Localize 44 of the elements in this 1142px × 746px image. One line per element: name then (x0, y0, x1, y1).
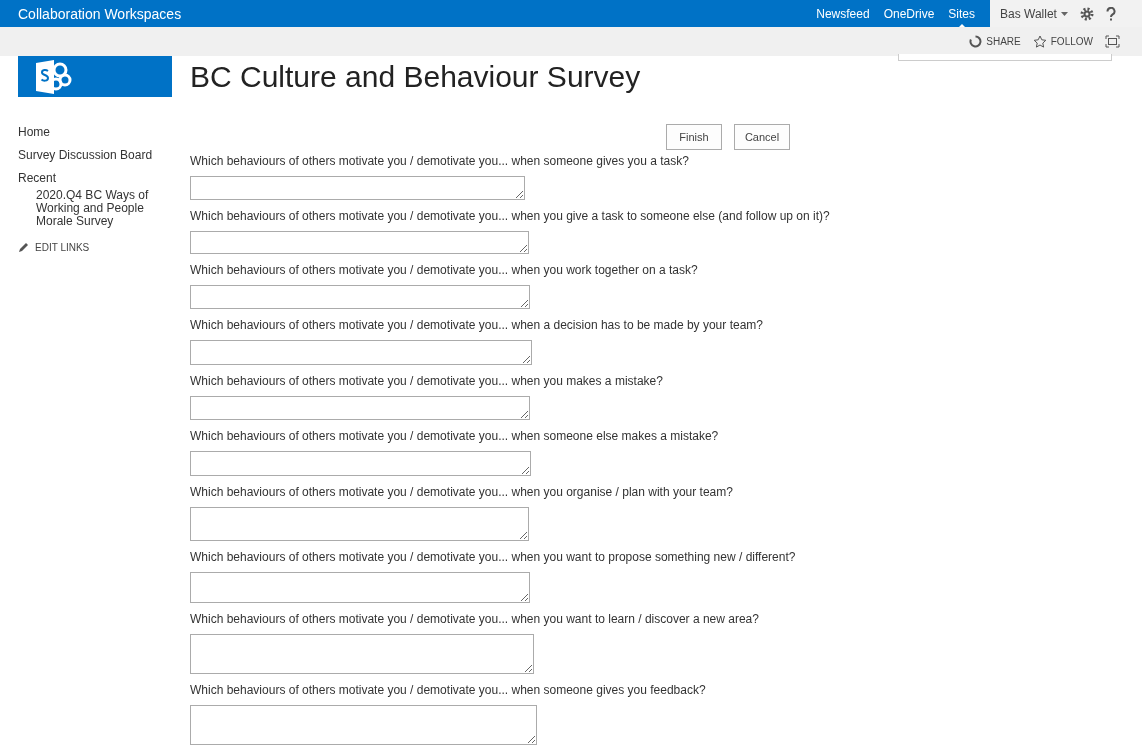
question-label: Which behaviours of others motivate you / demotivate you... when you makes a mistake? (190, 374, 664, 389)
nav-link[interactable]: Survey Discussion Board (18, 148, 176, 162)
search-field[interactable] (898, 54, 1112, 61)
question-label: Which behaviours of others motivate you / demotivate you... when you organise / plan with your team? (190, 485, 734, 500)
sync-icon (969, 35, 983, 48)
answer-field[interactable] (190, 634, 534, 674)
question-label: Which behaviours of others motivate you / demotivate you... when someone else makes a mistake? (190, 429, 720, 444)
question-label: Which behaviours of others motivate you / demotivate you... when you want to learn / discover a new area? (190, 612, 760, 627)
question-label: Which behaviours of others motivate you / demotivate you... when you work together on a task? (190, 263, 699, 278)
answer-field[interactable] (190, 705, 537, 745)
answer-field[interactable] (190, 396, 530, 420)
nav-link[interactable]: Home (18, 125, 176, 139)
share-action[interactable]: SHARE (969, 35, 1021, 48)
edit-links-link[interactable]: EDIT LINKS (18, 242, 176, 253)
star-icon (1032, 35, 1047, 48)
question-label: Which behaviours of others motivate you / demotivate you... when you want to propose something new / different? (190, 550, 797, 565)
user-menu[interactable]: Bas Wallet (1000, 6, 1068, 21)
help-icon[interactable] (1105, 6, 1116, 21)
answer-field[interactable] (190, 451, 531, 476)
answer-field[interactable] (190, 285, 530, 309)
nav-link[interactable]: 2020.Q4 BC Ways of Working and People Morale Survey (36, 189, 154, 228)
answer-field[interactable] (190, 176, 525, 200)
question-label: Which behaviours of others motivate you / demotivate you... when you give a task to someone else (and follow up on it)? (190, 209, 831, 224)
suite-link[interactable]: Sites (941, 0, 982, 27)
answer-field[interactable] (190, 340, 532, 365)
caret-icon (1060, 11, 1068, 16)
suite-link[interactable]: Newsfeed (809, 0, 877, 27)
focus-icon[interactable] (1105, 35, 1120, 48)
settings-icon[interactable] (1079, 6, 1094, 21)
page-title: BC Culture and Behaviour Survey (190, 60, 642, 95)
answer-field[interactable] (190, 507, 529, 541)
suite-title[interactable]: Collaboration Workspaces (0, 5, 810, 22)
action-button[interactable]: Cancel (734, 124, 790, 150)
pencil-icon (18, 242, 29, 253)
suite-link[interactable]: OneDrive (876, 0, 942, 27)
question-label: Which behaviours of others motivate you / demotivate you... when someone gives you a task? (190, 154, 690, 169)
question-label: Which behaviours of others motivate you / demotivate you... when someone gives you feedback? (190, 683, 707, 698)
action-button[interactable]: Finish (666, 124, 722, 150)
question-label: Which behaviours of others motivate you / demotivate you... when a decision has to be made by your team? (190, 318, 764, 333)
follow-action[interactable]: FOLLOW (1032, 35, 1093, 48)
site-logo[interactable] (18, 56, 172, 97)
answer-field[interactable] (190, 231, 529, 254)
nav-link[interactable]: Recent (18, 171, 176, 185)
answer-field[interactable] (190, 572, 530, 603)
